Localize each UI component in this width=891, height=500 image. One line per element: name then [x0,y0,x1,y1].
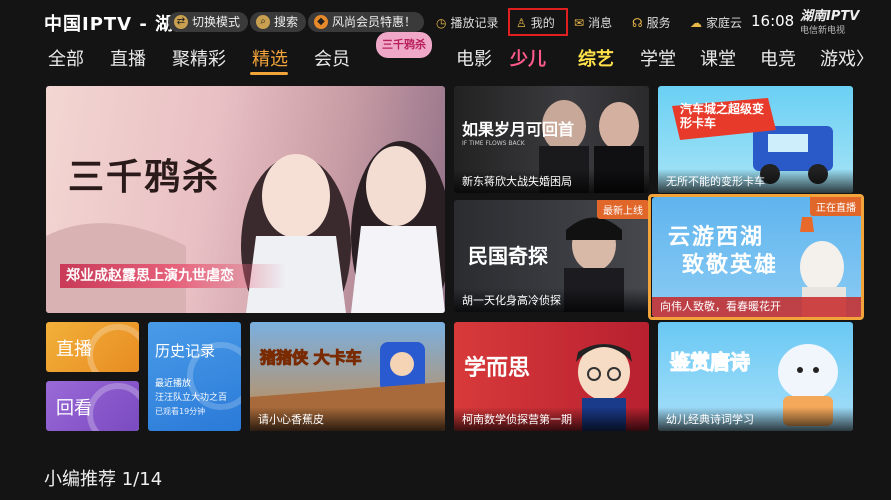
nav-item-kids[interactable]: 少儿 [510,45,546,71]
service-button[interactable]: ☊ 服务 [632,14,671,31]
search-icon: ⌕ [256,15,270,29]
brand-logo: 湖南IPTV 电信新电视 [800,10,859,38]
nav-item-highlights[interactable]: 聚精彩 [172,45,226,71]
cartoon-truck-caption: 无所不能的变形卡车 [658,169,853,193]
tang-poetry-tile[interactable]: 鉴赏唐诗 幼儿经典诗词学习 [658,322,853,431]
cartoon-truck-title: 汽车城之超级变形卡车 [680,102,765,130]
history-card[interactable]: 历史记录 最近播放 汪汪队立大功之百 已观看19分钟 [148,322,241,431]
nav-active-indicator [250,72,288,75]
focus-ring [648,194,864,320]
history-card-title: 历史记录 [155,342,216,360]
nav-item-vip[interactable]: 会员 [314,45,350,71]
live-button-label: 直播 [56,339,92,360]
cartoon-truck-tile[interactable]: 汽车城之超级变形卡车 无所不能的变形卡车 [658,86,853,193]
section-header: 小编推荐 1/14 [44,465,162,491]
drama-tile-1-caption: 新东蒋欣大战失婚困局 [454,169,649,193]
live-decoration-icon [87,324,139,372]
hero-caption: 郑业成赵露思上演九世虐恋 [60,264,286,288]
history-card-line1: 最近播放 [155,379,192,389]
hero-tile[interactable]: 三千鸦杀 郑业成赵露思上演九世虐恋 [46,86,445,313]
mine-button[interactable]: ♙ 我的 [516,14,555,31]
switch-mode-button[interactable]: ⇄ 切换模式 [168,12,249,32]
math-detective-title: 学而思 [464,356,531,381]
tang-poetry-caption: 幼儿经典诗词学习 [658,407,853,431]
detective-drama-tile[interactable]: 最新上线 民国奇探 胡一天化身高冷侦探 [454,200,649,312]
replay-button[interactable]: 回看 [46,381,139,431]
cartoon-racing-title: 猪猪侠 大卡车 [260,348,363,368]
detective-drama-caption: 胡一天化身高冷侦探 [454,288,649,312]
nav-item-games[interactable]: 游戏〉 [820,45,874,71]
brand-subtitle: 电信新电视 [800,26,846,36]
detective-drama-title: 民国奇探 [468,244,548,268]
cartoon-racing-tile[interactable]: 猪猪侠 大卡车 请小心香蕉皮 [250,322,445,431]
search-button[interactable]: ⌕ 搜索 [250,12,307,32]
cloud-icon: ☁ [690,15,702,30]
diamond-icon: ◆ [314,15,328,29]
mail-icon: ✉ [574,15,585,30]
nav-item-school[interactable]: 学堂 [640,45,676,71]
nav-item-classroom[interactable]: 课堂 [700,45,736,71]
nav-item-movies[interactable]: 电影 [456,45,492,71]
nav-item-variety[interactable]: 综艺 [578,45,614,71]
section-title: 小编推荐 [44,469,116,490]
headset-icon: ☊ [632,15,643,30]
messages-label: 消息 [588,16,613,30]
tang-poetry-title: 鉴赏唐诗 [670,350,751,375]
hero-title: 三千鸦杀 [68,156,221,198]
clock: 16:08 [751,12,795,30]
clock-icon: ◷ [436,15,447,30]
brand-name: 湖南IPTV [800,9,860,24]
nav-item-all[interactable]: 全部 [48,45,84,71]
history-label: 播放记录 [450,16,499,30]
replay-button-label: 回看 [56,398,92,419]
replay-decoration-icon [87,383,139,431]
vip-promo-button[interactable]: ◆ 风尚会员特惠！ [308,12,425,32]
math-detective-tile[interactable]: 学而思 柯南数学侦探营第一期 [454,322,649,431]
nav-item-drama-logo[interactable]: 三千鸦杀 [376,32,432,58]
messages-button[interactable]: ✉ 消息 [574,14,612,31]
history-card-line3: 已观看19分钟 [155,407,206,416]
history-card-line2: 汪汪队立大功之百 [155,393,228,403]
cartoon-racing-caption: 请小心香蕉皮 [250,407,445,431]
family-cloud-button[interactable]: ☁ 家庭云 [690,14,742,31]
vip-promo-label: 风尚会员特惠！ [332,15,417,29]
drama-tile-1[interactable]: 如果岁月可回首 IF TIME FLOWS BACK 新东蒋欣大战失婚困局 [454,86,649,193]
user-icon: ♙ [516,15,527,30]
search-label: 搜索 [274,15,299,29]
math-detective-caption: 柯南数学侦探营第一期 [454,407,649,431]
live-button[interactable]: 直播 [46,322,139,372]
service-label: 服务 [646,16,671,30]
history-button[interactable]: ◷ 播放记录 [436,14,499,31]
new-release-badge: 最新上线 [597,200,649,219]
drama-tile-1-subtitle: IF TIME FLOWS BACK [462,140,525,147]
drama-tile-1-title: 如果岁月可回首 [462,120,575,139]
nav-item-featured[interactable]: 精选 [252,45,288,71]
nav-item-esports[interactable]: 电竞 [760,45,796,71]
nav-item-live[interactable]: 直播 [110,45,146,71]
swap-icon: ⇄ [174,15,188,29]
section-page-indicator: 1/14 [121,469,163,490]
family-cloud-label: 家庭云 [706,16,743,30]
switch-mode-label: 切换模式 [192,15,241,29]
mine-label: 我的 [530,16,555,30]
